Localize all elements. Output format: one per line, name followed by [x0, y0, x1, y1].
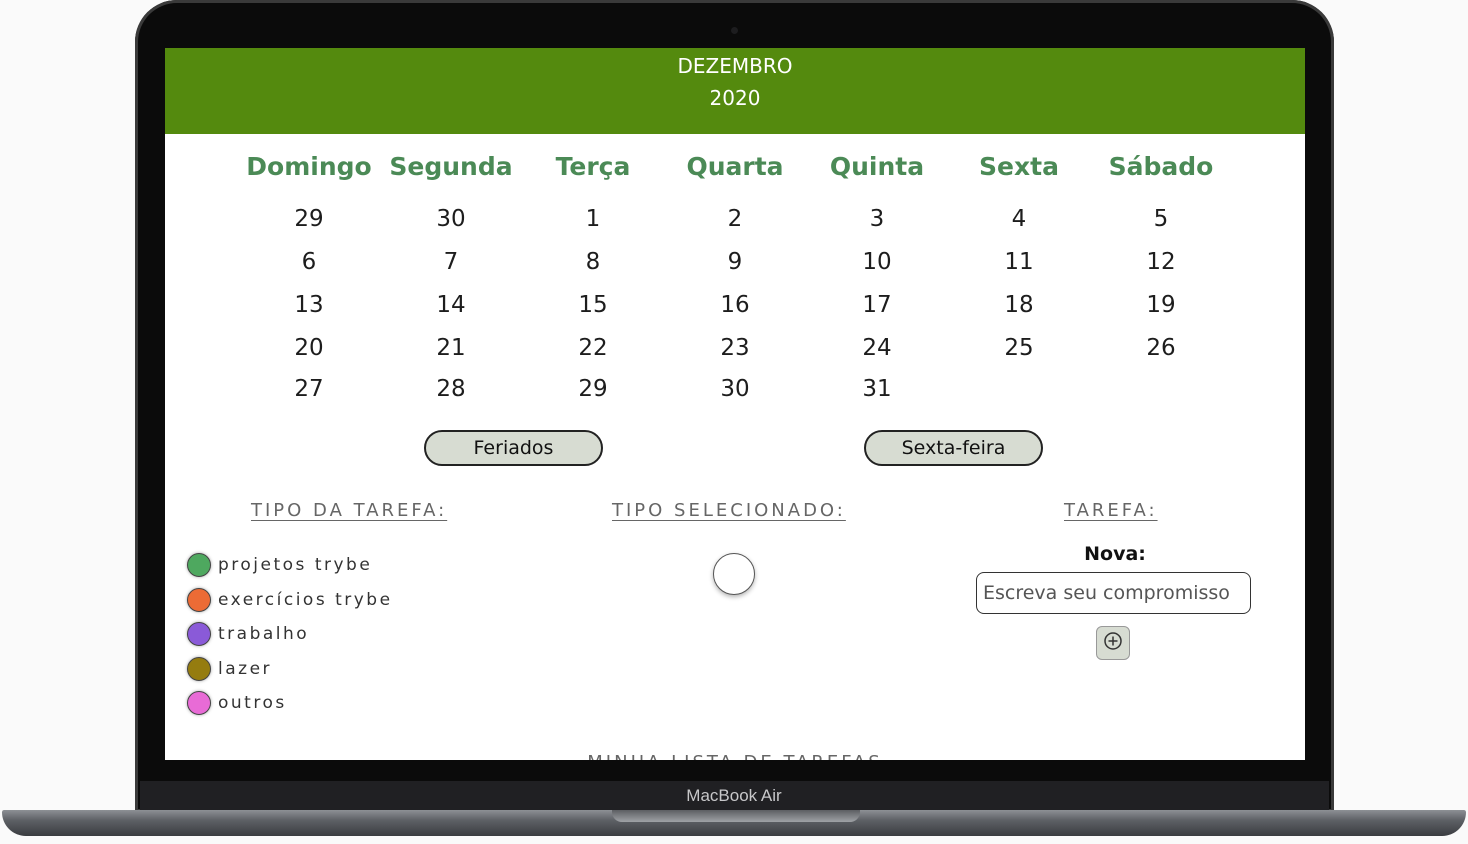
calendar-day[interactable]: 23: [664, 335, 806, 361]
task-type-color-dot[interactable]: [187, 588, 211, 612]
calendar-day[interactable]: 28: [380, 376, 522, 402]
laptop-notch: [612, 810, 860, 822]
calendar-day[interactable]: 1: [522, 206, 664, 232]
calendar-day[interactable]: 24: [806, 335, 948, 361]
calendar-day[interactable]: 12: [1090, 249, 1232, 275]
calendar-day[interactable]: 11: [948, 249, 1090, 275]
year-title: 2020: [709, 86, 761, 110]
calendar-day[interactable]: 22: [522, 335, 664, 361]
plus-circle-icon: [1103, 631, 1123, 655]
task-type-label: trabalho: [218, 624, 310, 644]
calendar-day[interactable]: 27: [238, 376, 380, 402]
task-type-item[interactable]: lazer: [187, 655, 272, 683]
calendar-day[interactable]: 21: [380, 335, 522, 361]
calendar-day[interactable]: 6: [238, 249, 380, 275]
weekday-header: Quarta: [686, 152, 784, 181]
calendar-day[interactable]: 19: [1090, 292, 1232, 318]
calendar-day[interactable]: 26: [1090, 335, 1232, 361]
calendar-day[interactable]: 10: [806, 249, 948, 275]
month-header: DEZEMBRO 2020: [165, 48, 1305, 134]
calendar-day[interactable]: 31: [806, 376, 948, 402]
calendar-day[interactable]: 13: [238, 292, 380, 318]
device-label: MacBook Air: [686, 786, 782, 805]
camera-dot: [731, 27, 738, 34]
task-type-item[interactable]: trabalho: [187, 620, 309, 648]
task-type-label: outros: [218, 693, 287, 713]
weekday-header: Segunda: [389, 152, 513, 181]
calendar-day[interactable]: 25: [948, 335, 1090, 361]
task-title: TAREFA:: [1064, 500, 1158, 521]
calendar-day[interactable]: 3: [806, 206, 948, 232]
month-title: DEZEMBRO: [677, 54, 793, 78]
weekday-header: Sexta: [979, 152, 1059, 181]
calendar-day[interactable]: 20: [238, 335, 380, 361]
calendar-day[interactable]: 2: [664, 206, 806, 232]
calendar-day[interactable]: 14: [380, 292, 522, 318]
calendar-day[interactable]: 30: [380, 206, 522, 232]
task-type-label: exercícios trybe: [218, 590, 393, 610]
task-type-title: TIPO DA TAREFA:: [251, 500, 448, 521]
selected-type-indicator: [713, 553, 755, 595]
calendar-day[interactable]: 17: [806, 292, 948, 318]
task-type-color-dot[interactable]: [187, 622, 211, 646]
calendar-day[interactable]: 18: [948, 292, 1090, 318]
task-type-label: lazer: [218, 659, 273, 679]
calendar-day[interactable]: 29: [522, 376, 664, 402]
calendar-day[interactable]: 5: [1090, 206, 1232, 232]
friday-button[interactable]: Sexta-feira: [864, 430, 1043, 466]
calendar-day[interactable]: 15: [522, 292, 664, 318]
calendar-day[interactable]: 16: [664, 292, 806, 318]
calendar-day[interactable]: 8: [522, 249, 664, 275]
calendar-day[interactable]: 9: [664, 249, 806, 275]
task-type-label: projetos trybe: [218, 555, 373, 575]
task-type-item[interactable]: projetos trybe: [187, 551, 372, 579]
task-type-color-dot[interactable]: [187, 553, 211, 577]
task-input[interactable]: [976, 572, 1251, 614]
task-type-color-dot[interactable]: [187, 691, 211, 715]
calendar-day[interactable]: 30: [664, 376, 806, 402]
add-task-button[interactable]: [1096, 626, 1130, 660]
task-type-item[interactable]: exercícios trybe: [187, 586, 393, 614]
task-type-color-dot[interactable]: [187, 657, 211, 681]
holidays-button[interactable]: Feriados: [424, 430, 603, 466]
task-list-title: MINHA LISTA DE TAREFAS: [165, 752, 1305, 760]
selected-type-title: TIPO SELECIONADO:: [612, 500, 846, 521]
calendar-day[interactable]: 4: [948, 206, 1090, 232]
calendar-day[interactable]: 7: [380, 249, 522, 275]
weekday-header: Domingo: [246, 152, 372, 181]
weekday-header: Quinta: [829, 152, 925, 181]
weekday-header: Terça: [555, 152, 631, 181]
task-type-item[interactable]: outros: [187, 689, 287, 717]
weekday-header: Sábado: [1108, 152, 1214, 181]
calendar-day[interactable]: 29: [238, 206, 380, 232]
app-screen: DEZEMBRO 2020 Domingo Segunda Terça Quarta Q…: [165, 48, 1305, 760]
new-task-label: Nova:: [1084, 543, 1146, 565]
